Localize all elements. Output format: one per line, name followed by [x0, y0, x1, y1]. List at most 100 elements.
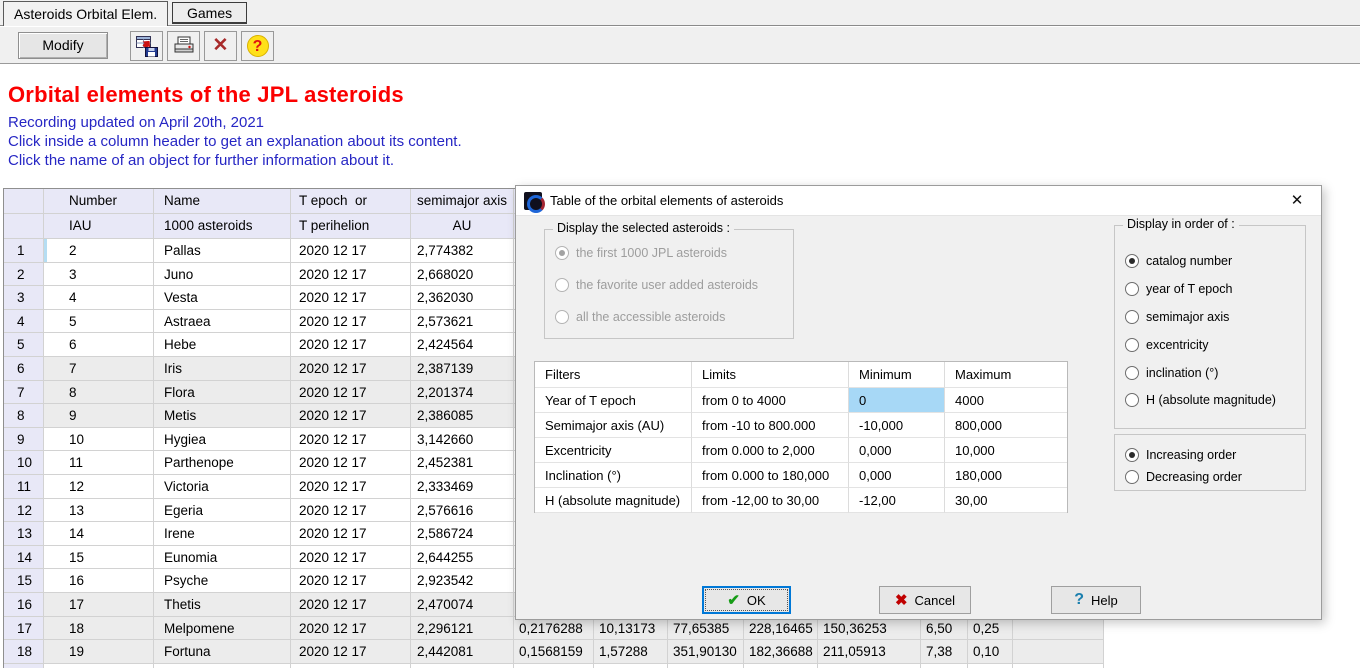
save-table-button[interactable]: [130, 31, 163, 61]
cell-number[interactable]: 14: [44, 522, 154, 546]
help-button[interactable]: ? Help: [1051, 586, 1141, 614]
radio-icon[interactable]: [1125, 309, 1139, 324]
radio-icon[interactable]: [1125, 253, 1139, 268]
filter-maximum-input[interactable]: 180,000: [945, 463, 1067, 488]
cancel-button[interactable]: ✖ Cancel: [879, 586, 971, 614]
cell-number[interactable]: 11: [44, 451, 154, 475]
filter-minimum-input[interactable]: 0: [849, 388, 945, 413]
table-row[interactable]: 17 18 Melpomene 2020 12 17 2,296121 0,21…: [4, 616, 1104, 641]
radio-icon[interactable]: [1125, 469, 1139, 484]
cell-number[interactable]: 3: [44, 262, 154, 287]
filter-maximum-input[interactable]: 4000: [945, 388, 1067, 413]
radio-selected-asteroids-option[interactable]: the first 1000 JPL asteroids: [555, 244, 727, 261]
cell-name[interactable]: Iris: [154, 356, 291, 381]
col-subheader-perihelion[interactable]: T perihelion: [291, 214, 411, 239]
print-button[interactable]: [167, 31, 200, 61]
filter-maximum-input[interactable]: 30,00: [945, 488, 1067, 513]
dialog-title-bar[interactable]: Table of the orbital elements of asteroi…: [516, 186, 1321, 216]
delete-button[interactable]: ✕: [204, 31, 237, 61]
cell-number[interactable]: 5: [44, 309, 154, 334]
cell-number[interactable]: 10: [44, 427, 154, 452]
cell-number[interactable]: 6: [44, 333, 154, 357]
cell-number[interactable]: 16: [44, 569, 154, 593]
cell-number[interactable]: 4: [44, 286, 154, 310]
cell-name[interactable]: Hygiea: [154, 427, 291, 452]
cell-name[interactable]: Psyche: [154, 569, 291, 593]
cell-number[interactable]: 17: [44, 592, 154, 617]
question-icon: ?: [1074, 591, 1085, 608]
radio-icon[interactable]: [1125, 281, 1139, 296]
filter-maximum-input[interactable]: 800,000: [945, 413, 1067, 438]
col-header-epoch[interactable]: T epoch or: [291, 189, 411, 214]
cell-name[interactable]: Astraea: [154, 309, 291, 334]
radio-order-option[interactable]: year of T epoch: [1125, 280, 1232, 297]
cell-semimajor: 2,442081: [411, 640, 514, 664]
col-header-number[interactable]: Number: [44, 189, 154, 214]
cell-inclination: [594, 663, 668, 668]
cell-name[interactable]: Parthenope: [154, 451, 291, 475]
cell-number[interactable]: 19: [44, 640, 154, 664]
cell-name[interactable]: Metis: [154, 404, 291, 428]
col-subheader-1000[interactable]: 1000 asteroids: [154, 214, 291, 239]
radio-order-option[interactable]: H (absolute magnitude): [1125, 391, 1276, 408]
radio-order-option[interactable]: catalog number: [1125, 252, 1232, 269]
radio-selected-asteroids-option[interactable]: the favorite user added asteroids: [555, 276, 758, 293]
cell-name[interactable]: Egeria: [154, 498, 291, 523]
radio-icon[interactable]: [555, 277, 569, 292]
radio-direction-option[interactable]: Decreasing order: [1125, 468, 1242, 485]
radio-icon[interactable]: [555, 309, 569, 324]
cell-number[interactable]: [44, 663, 154, 668]
radio-icon[interactable]: [555, 245, 569, 260]
radio-selected-asteroids-option[interactable]: all the accessible asteroids: [555, 308, 725, 325]
radio-direction-option[interactable]: Increasing order: [1125, 446, 1236, 463]
radio-order-option[interactable]: semimajor axis: [1125, 308, 1229, 325]
tab-asteroids-orbital-elem[interactable]: Asteroids Orbital Elem.: [3, 1, 169, 26]
cell-name[interactable]: Pallas: [154, 239, 291, 263]
cell-angle-3: [818, 663, 921, 668]
filter-minimum-input[interactable]: 0,000: [849, 438, 945, 463]
cell-name[interactable]: Flora: [154, 380, 291, 405]
cell-name[interactable]: Victoria: [154, 474, 291, 499]
col-header-semimajor[interactable]: semimajor axis: [411, 189, 514, 214]
radio-icon[interactable]: [1125, 392, 1139, 407]
cell-name[interactable]: [154, 663, 291, 668]
filter-minimum-input[interactable]: -10,000: [849, 413, 945, 438]
radio-icon[interactable]: [1125, 365, 1139, 380]
cell-epoch: 2020 12 17: [291, 616, 411, 641]
cell-number[interactable]: 12: [44, 474, 154, 499]
filter-minimum-input[interactable]: 0,000: [849, 463, 945, 488]
cell-number[interactable]: 2: [44, 239, 154, 263]
col-subheader-au[interactable]: AU: [411, 214, 514, 239]
cell-number[interactable]: 15: [44, 545, 154, 570]
tab-games[interactable]: Games: [172, 2, 248, 24]
radio-order-option[interactable]: excentricity: [1125, 336, 1209, 353]
radio-icon[interactable]: [1125, 447, 1139, 462]
radio-icon[interactable]: [1125, 337, 1139, 352]
col-subheader-iau[interactable]: IAU: [44, 214, 154, 239]
cell-name[interactable]: Vesta: [154, 286, 291, 310]
cell-name[interactable]: Juno: [154, 262, 291, 287]
table-row[interactable]: 18 19 Fortuna 2020 12 17 2,442081 0,1568…: [4, 640, 1104, 664]
check-icon: ✔: [727, 592, 740, 609]
toolbar-help-button[interactable]: ?: [241, 31, 274, 61]
radio-order-option[interactable]: inclination (°): [1125, 364, 1218, 381]
table-row[interactable]: [4, 663, 1104, 668]
cell-name[interactable]: Irene: [154, 522, 291, 546]
cell-name[interactable]: Eunomia: [154, 545, 291, 570]
cell-name[interactable]: Hebe: [154, 333, 291, 357]
filter-maximum-input[interactable]: 10,000: [945, 438, 1067, 463]
cell-name[interactable]: Thetis: [154, 592, 291, 617]
modify-button[interactable]: Modify: [18, 32, 108, 59]
cell-number[interactable]: 8: [44, 380, 154, 405]
cell-number[interactable]: 18: [44, 616, 154, 641]
cell-number[interactable]: 9: [44, 404, 154, 428]
ok-button[interactable]: ✔ OK: [702, 586, 791, 614]
dialog-close-icon[interactable]: ✕: [1281, 186, 1313, 216]
cell-number[interactable]: 13: [44, 498, 154, 523]
col-header-name[interactable]: Name: [154, 189, 291, 214]
cell-name[interactable]: Fortuna: [154, 640, 291, 664]
filter-minimum-input[interactable]: -12,00: [849, 488, 945, 513]
cell-name[interactable]: Melpomene: [154, 616, 291, 641]
cell-number[interactable]: 7: [44, 356, 154, 381]
filters-table: Filters Limits Minimum Maximum Year of T…: [534, 361, 1068, 513]
